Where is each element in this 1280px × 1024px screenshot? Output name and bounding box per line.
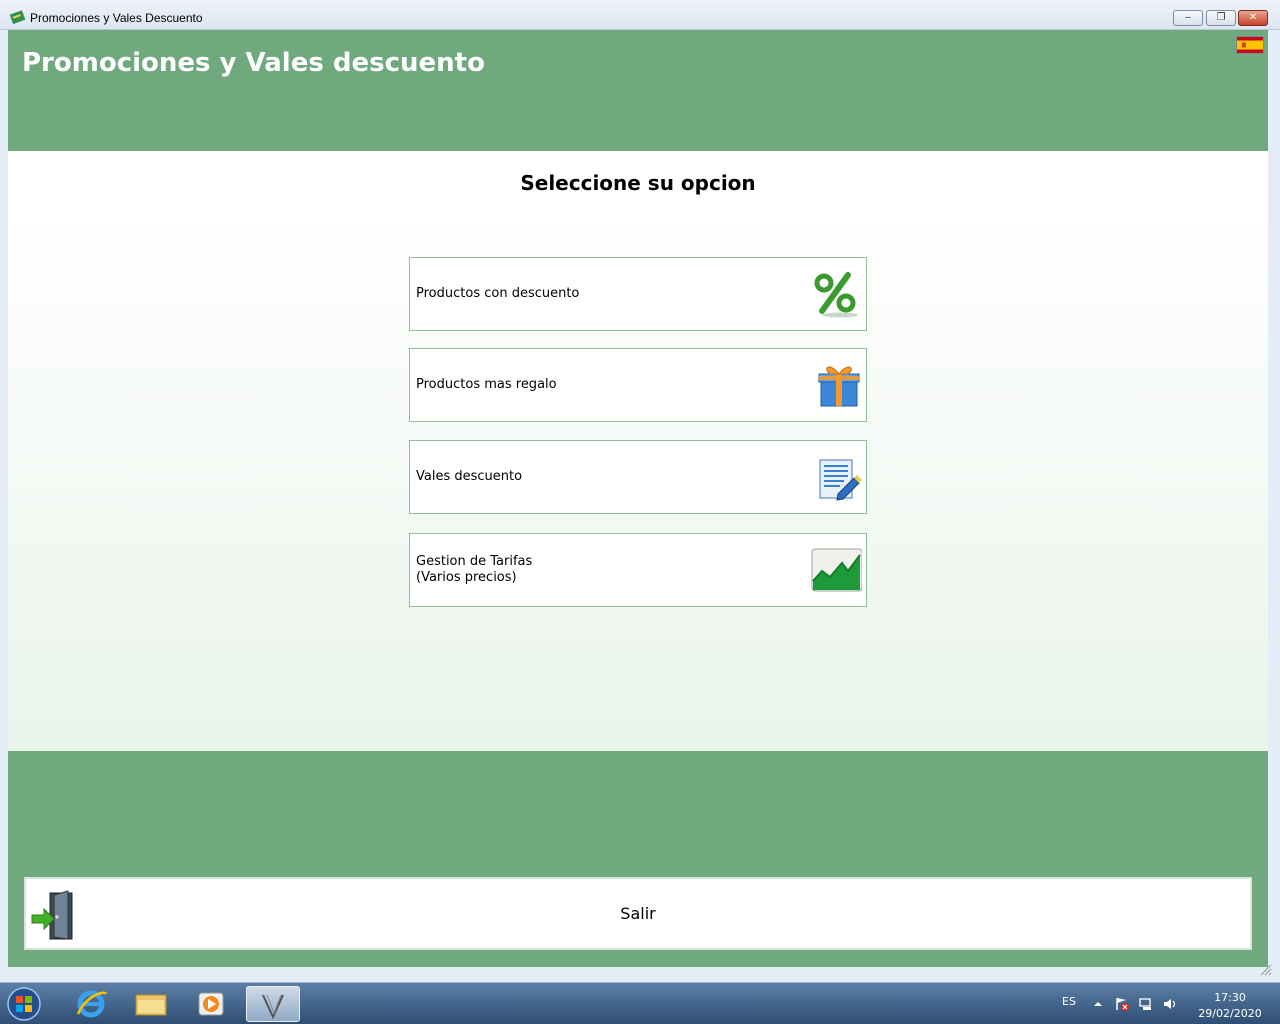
option-productos-regalo[interactable]: Productos mas regalo [409,348,867,422]
show-hidden-icons-icon[interactable] [1090,996,1106,1012]
taskbar-media-button[interactable] [184,986,238,1022]
main-content: Seleccione su opcion Productos con descu… [8,151,1268,751]
option-gestion-tarifas[interactable]: Gestion de Tarifas (Varios precios) [409,533,867,607]
gift-icon [818,366,860,407]
close-button[interactable]: ✕ [1238,10,1268,26]
media-player-icon [198,992,224,1016]
option-label: Productos mas regalo [416,377,557,392]
internet-explorer-icon [76,990,108,1018]
percent-icon [814,272,858,318]
app-icon [10,10,26,24]
option-label: Productos con descuento [416,286,580,301]
folder-icon [135,994,167,1016]
minimize-icon: ‒ [1184,12,1192,23]
network-icon[interactable] [1138,996,1154,1012]
window-titlebar: Promociones y Vales Descuento ‒ ❐ ✕ [0,0,1280,30]
resize-grip-icon[interactable] [1258,962,1272,976]
app-taskbar-icon [262,994,284,1020]
maximize-button[interactable]: ❐ [1206,10,1236,26]
taskbar-explorer-button[interactable] [124,986,178,1022]
action-center-icon[interactable] [1114,996,1130,1012]
exit-button[interactable]: Salir [24,877,1252,950]
start-button[interactable] [4,986,44,1022]
chart-icon [811,548,862,592]
option-label: Gestion de Tarifas (Varios precios) [416,554,533,585]
taskbar-ie-button[interactable] [64,986,118,1022]
taskbar-active-app-button[interactable] [246,986,300,1022]
flag-es-icon[interactable] [1236,36,1264,54]
clock-time: 17:30 [1214,991,1246,1004]
volume-icon[interactable] [1162,996,1178,1012]
close-icon: ✕ [1248,12,1258,23]
clock-date: 29/02/2020 [1198,1007,1262,1020]
maximize-icon: ❐ [1216,12,1226,23]
main-subtitle: Seleccione su opcion [520,171,756,195]
language-indicator[interactable]: ES [1062,995,1076,1008]
clock[interactable]: 17:30 29/02/2020 [1190,990,1270,1022]
minimize-button[interactable]: ‒ [1173,10,1203,26]
taskbar: ES 17:30 29/02/2020 [0,982,1280,1024]
option-productos-descuento[interactable]: Productos con descuento [409,257,867,331]
exit-label: Salir [620,904,656,923]
window-title: Promociones y Vales Descuento [30,11,203,25]
page-title: Promociones y Vales descuento [22,48,485,78]
option-label: Vales descuento [416,469,523,484]
document-edit-icon [819,459,862,501]
option-vales-descuento[interactable]: Vales descuento [409,440,867,514]
